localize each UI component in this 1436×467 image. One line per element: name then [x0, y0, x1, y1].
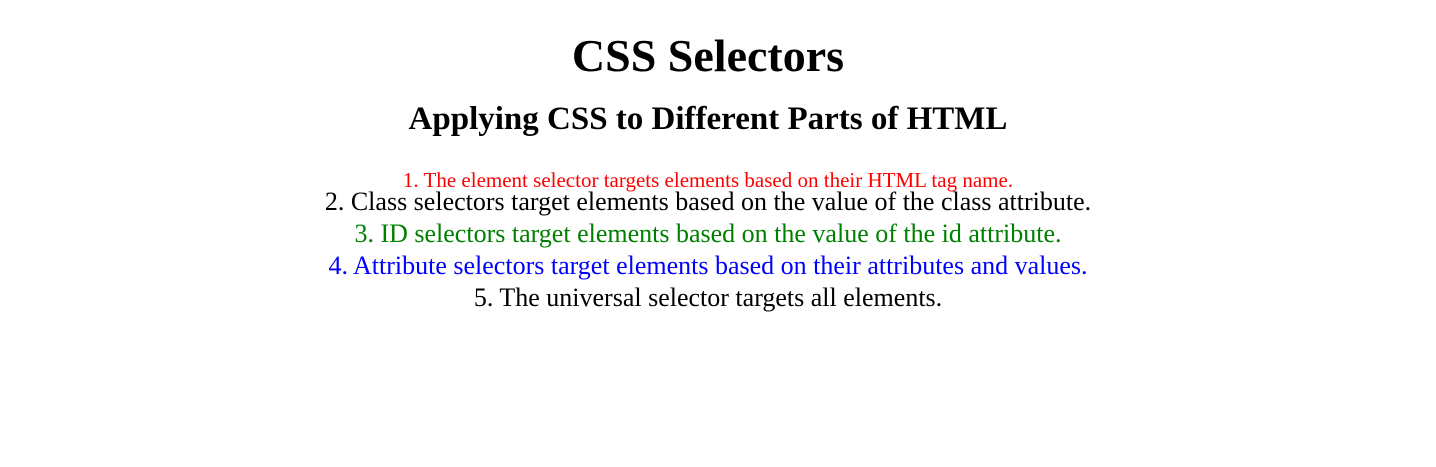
page-subtitle: Applying CSS to Different Parts of HTML — [408, 101, 1008, 137]
selector-list: 1. The element selector targets elements… — [0, 168, 1426, 314]
class-selector-text: 2. Class selectors target elements based… — [324, 187, 1092, 216]
universal-selector-text: 5. The universal selector targets all el… — [473, 283, 943, 312]
page-title: CSS Selectors — [571, 30, 845, 81]
id-selector-text: 3. ID selectors target elements based on… — [354, 219, 1062, 248]
page-content: CSS Selectors Applying CSS to Different … — [0, 0, 1426, 314]
attribute-selector-text: 4. Attribute selectors target elements b… — [328, 251, 1088, 280]
